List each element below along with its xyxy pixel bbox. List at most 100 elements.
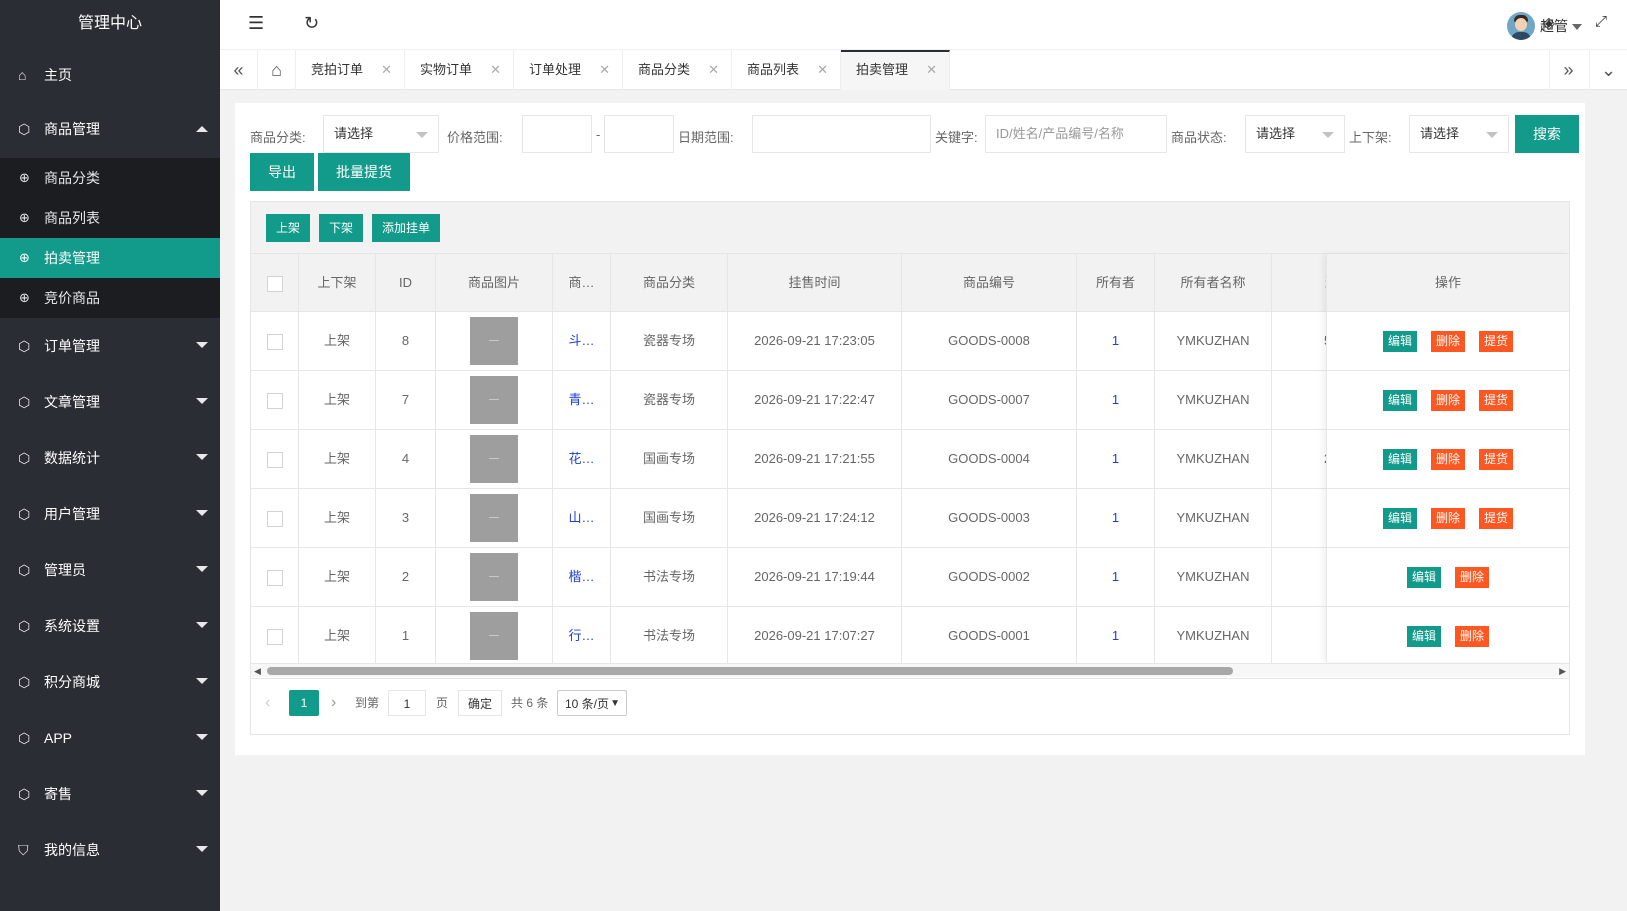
pickup-button[interactable]: 提货 <box>1479 449 1514 471</box>
category-select[interactable]: 请选择 <box>323 115 439 153</box>
cell-name[interactable]: 楷… <box>553 548 611 606</box>
scrollbar-thumb[interactable] <box>267 667 1233 675</box>
sidebar-item-product-mgmt[interactable]: ⬡ 商品管理 <box>0 102 220 158</box>
menu-collapse-icon[interactable]: ☰ <box>248 13 264 34</box>
prev-page-icon[interactable]: ‹ <box>265 690 270 716</box>
sidebar-item-articles[interactable]: ⬡ 文章管理 <box>0 374 220 430</box>
row-checkbox[interactable] <box>266 333 283 350</box>
tab-order-processing[interactable]: 订单处理 ✕ <box>514 50 623 90</box>
sidebar-item-consignment[interactable]: ⬡ 寄售 <box>0 766 220 822</box>
tabs-menu-chevron-down-icon[interactable]: ⌄ <box>1589 50 1627 90</box>
tag-icon[interactable]: ◈ <box>1543 13 1555 33</box>
delete-button[interactable]: 删除 <box>1430 390 1465 412</box>
column-header[interactable]: 所有者名称 <box>1155 254 1272 312</box>
off-shelf-button[interactable]: 下架 <box>319 214 363 242</box>
column-header[interactable]: 商品编号 <box>902 254 1077 312</box>
goto-page-input[interactable]: 1 <box>388 690 426 716</box>
cell-name[interactable]: 斗… <box>553 312 611 370</box>
cell-owner[interactable]: 1 <box>1077 430 1155 488</box>
delete-button[interactable]: 删除 <box>1430 449 1465 471</box>
scroll-right-arrow-icon[interactable]: ▶ <box>1559 664 1566 678</box>
delete-button[interactable]: 删除 <box>1430 331 1465 353</box>
close-icon[interactable]: ✕ <box>381 50 392 90</box>
sidebar-item-my-info[interactable]: ⛉ 我的信息 <box>0 822 220 878</box>
sidebar-item-stats[interactable]: ⬡ 数据统计 <box>0 430 220 486</box>
on-shelf-button[interactable]: 上架 <box>266 214 310 242</box>
fullscreen-icon[interactable]: ⤢ <box>1595 13 1607 30</box>
price-min-input[interactable] <box>522 115 592 153</box>
status-select[interactable]: 请选择 <box>1245 115 1345 153</box>
product-thumbnail[interactable] <box>470 552 518 601</box>
column-header[interactable]: 当 <box>1272 254 1332 312</box>
sidebar-subitem-bidding[interactable]: ⊕ 竞价商品 <box>0 278 220 318</box>
cell-owner[interactable]: 1 <box>1077 548 1155 606</box>
column-header[interactable]: 商… <box>553 254 611 312</box>
scroll-left-arrow-icon[interactable]: ◀ <box>254 664 261 678</box>
close-icon[interactable]: ✕ <box>599 50 610 90</box>
pickup-button[interactable]: 提货 <box>1479 331 1514 353</box>
pickup-button[interactable]: 提货 <box>1479 390 1514 412</box>
search-button[interactable]: 搜索 <box>1515 115 1579 153</box>
edit-button[interactable]: 编辑 <box>1382 390 1417 412</box>
close-icon[interactable]: ✕ <box>490 50 501 90</box>
column-header[interactable]: 挂售时间 <box>728 254 902 312</box>
tabs-scroll-left-icon[interactable]: « <box>220 50 258 90</box>
refresh-icon[interactable]: ↻ <box>304 13 319 34</box>
edit-button[interactable]: 编辑 <box>1382 449 1417 471</box>
row-checkbox[interactable] <box>266 628 283 645</box>
cell-name[interactable]: 花… <box>553 430 611 488</box>
product-thumbnail[interactable] <box>470 493 518 542</box>
page-number-current[interactable]: 1 <box>289 690 319 716</box>
horizontal-scrollbar[interactable]: ◀ ▶ <box>251 663 1569 677</box>
column-header[interactable]: ID <box>376 254 436 312</box>
delete-button[interactable]: 删除 <box>1455 567 1490 589</box>
column-header[interactable]: 上下架 <box>299 254 376 312</box>
add-listing-button[interactable]: 添加挂单 <box>372 214 440 242</box>
row-checkbox[interactable] <box>266 392 283 409</box>
price-max-input[interactable] <box>604 115 674 153</box>
sidebar-item-home[interactable]: ⌂ 主页 <box>0 48 220 102</box>
row-checkbox[interactable] <box>266 510 283 527</box>
pickup-button[interactable]: 提货 <box>1479 508 1514 530</box>
cell-name[interactable]: 行… <box>553 607 611 665</box>
column-header[interactable]: 商品分类 <box>611 254 728 312</box>
cell-owner[interactable]: 1 <box>1077 312 1155 370</box>
row-checkbox[interactable] <box>266 569 283 586</box>
sidebar-item-users[interactable]: ⬡ 用户管理 <box>0 486 220 542</box>
tab-auction-mgmt[interactable]: 拍卖管理 ✕ <box>841 50 950 90</box>
edit-button[interactable]: 编辑 <box>1406 567 1441 589</box>
shelf-select[interactable]: 请选择 <box>1409 115 1509 153</box>
tabs-scroll-right-icon[interactable]: » <box>1549 50 1587 90</box>
row-checkbox[interactable] <box>266 451 283 468</box>
tab-auction-orders[interactable]: 竞拍订单 ✕ <box>296 50 405 90</box>
sidebar-item-admins[interactable]: ⬡ 管理员 <box>0 542 220 598</box>
close-icon[interactable]: ✕ <box>708 50 719 90</box>
cell-owner[interactable]: 1 <box>1077 607 1155 665</box>
product-thumbnail[interactable] <box>470 316 518 365</box>
sidebar-subitem-list[interactable]: ⊕ 商品列表 <box>0 198 220 238</box>
delete-button[interactable]: 删除 <box>1430 508 1465 530</box>
sidebar-subitem-category[interactable]: ⊕ 商品分类 <box>0 158 220 198</box>
column-header[interactable]: 所有者 <box>1077 254 1155 312</box>
tab-physical-orders[interactable]: 实物订单 ✕ <box>405 50 514 90</box>
goto-confirm-button[interactable]: 确定 <box>458 690 502 716</box>
close-icon[interactable]: ✕ <box>817 50 828 90</box>
tab-product-list[interactable]: 商品列表 ✕ <box>732 50 841 90</box>
select-all-checkbox[interactable] <box>266 275 283 292</box>
home-tab-icon[interactable]: ⌂ <box>258 50 296 90</box>
column-header[interactable]: 商品图片 <box>436 254 553 312</box>
cell-owner[interactable]: 1 <box>1077 371 1155 429</box>
sidebar-item-app[interactable]: ⬡ APP <box>0 710 220 766</box>
sidebar-item-settings[interactable]: ⬡ 系统设置 <box>0 598 220 654</box>
page-size-select[interactable]: 10 条/页 ▼ <box>557 690 627 716</box>
keyword-input[interactable]: ID/姓名/产品编号/名称 <box>985 115 1167 153</box>
sidebar-item-orders[interactable]: ⬡ 订单管理 <box>0 318 220 374</box>
cell-name[interactable]: 山… <box>553 489 611 547</box>
date-range-input[interactable] <box>752 115 931 153</box>
tab-product-category[interactable]: 商品分类 ✕ <box>623 50 732 90</box>
sidebar-item-points-mall[interactable]: ⬡ 积分商城 <box>0 654 220 710</box>
next-page-icon[interactable]: › <box>331 690 336 716</box>
product-thumbnail[interactable] <box>470 611 518 660</box>
product-thumbnail[interactable] <box>470 375 518 424</box>
export-button[interactable]: 导出 <box>250 153 314 191</box>
